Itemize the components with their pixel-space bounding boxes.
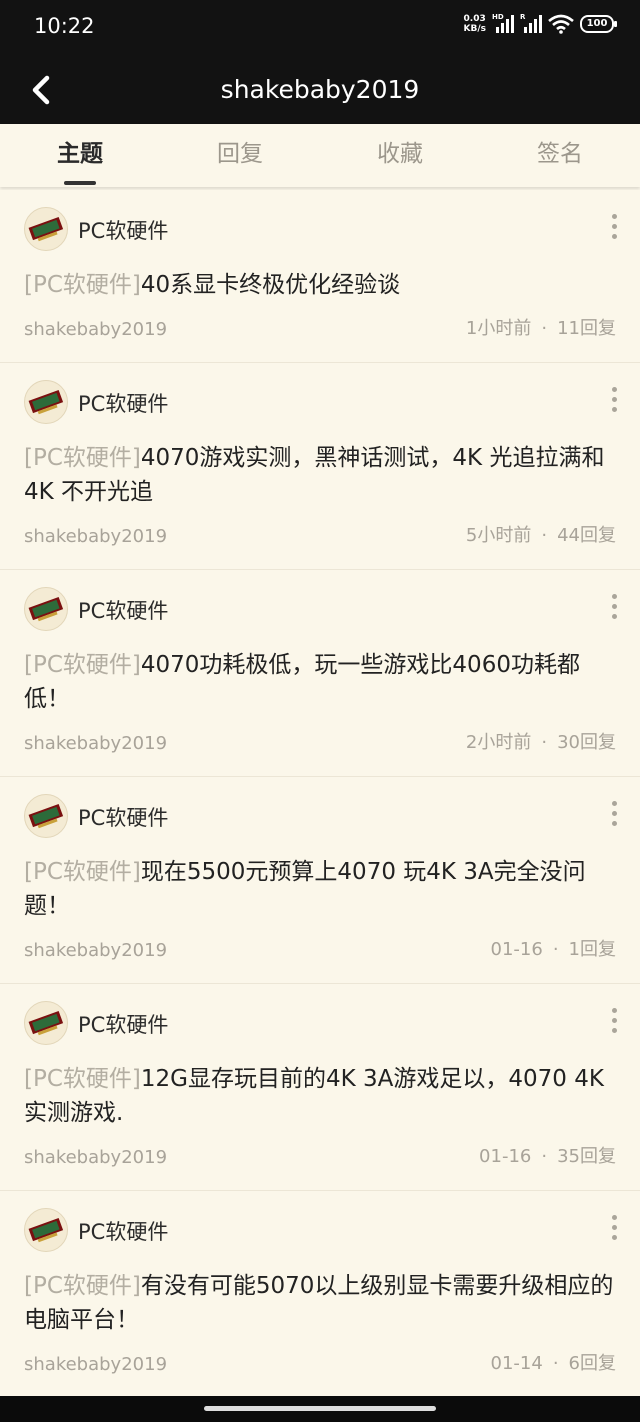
network-speed-unit: KB/s: [463, 24, 486, 34]
home-indicator[interactable]: [204, 1406, 436, 1411]
more-options-icon[interactable]: [608, 1008, 620, 1038]
post-tag: [PC软硬件]: [24, 272, 141, 298]
post-meta: 01-16 · 1回复: [491, 935, 617, 961]
post-meta: 2小时前 · 30回复: [466, 728, 616, 754]
post-time: 2小时前: [465, 732, 532, 753]
signal-hd-label: HD: [492, 13, 504, 21]
forum-name[interactable]: PC软硬件: [78, 1009, 168, 1039]
top-app-bar: shakebaby2019: [0, 56, 640, 124]
list-item[interactable]: PC软硬件 [PC软硬件]40系显卡终极优化经验谈 shakebaby2019 …: [0, 190, 640, 363]
post-tag: [PC软硬件]: [24, 1066, 141, 1092]
list-item[interactable]: PC软硬件 [PC软硬件]现在5500元预算上4070 玩4K 3A完全没问题！…: [0, 777, 640, 984]
network-speed: 0.03 KB/s: [464, 14, 486, 34]
forum-avatar-icon: [24, 1001, 68, 1045]
reply-count: 11回复: [557, 318, 616, 339]
forum-avatar-icon: [24, 380, 68, 424]
wifi-icon: [548, 14, 574, 34]
post-tag: [PC软硬件]: [24, 652, 141, 678]
post-author: shakebaby2019: [24, 319, 168, 340]
signal-roaming-label: R: [520, 13, 526, 21]
meta-separator: ·: [541, 318, 548, 339]
meta-separator: ·: [552, 1353, 559, 1374]
meta-separator: ·: [541, 1146, 548, 1167]
list-item[interactable]: PC软硬件 [PC软硬件]有没有可能5070以上级别显卡需要升级相应的电脑平台！…: [0, 1191, 640, 1398]
post-title[interactable]: [PC软硬件]40系显卡终极优化经验谈: [24, 268, 616, 302]
reply-count: 30回复: [557, 732, 616, 753]
post-meta: 1小时前 · 11回复: [466, 314, 616, 340]
more-options-icon[interactable]: [608, 594, 620, 624]
reply-count: 35回复: [557, 1146, 616, 1167]
forum-name[interactable]: PC软硬件: [78, 1216, 168, 1246]
forum-avatar-icon: [24, 1208, 68, 1252]
forum-name[interactable]: PC软硬件: [78, 595, 168, 625]
post-tag: [PC软硬件]: [24, 445, 141, 471]
page-title: shakebaby2019: [220, 75, 420, 104]
post-time: 01-14: [490, 1353, 543, 1374]
more-options-icon[interactable]: [608, 1215, 620, 1245]
tab-topics[interactable]: 主题: [0, 124, 160, 187]
reply-count: 1回复: [568, 939, 616, 960]
post-author: shakebaby2019: [24, 733, 168, 754]
post-title[interactable]: [PC软硬件]现在5500元预算上4070 玩4K 3A完全没问题！: [24, 855, 616, 923]
meta-separator: ·: [541, 525, 548, 546]
reply-count: 44回复: [557, 525, 616, 546]
reply-count: 6回复: [568, 1353, 616, 1374]
post-time: 1小时前: [465, 318, 532, 339]
meta-separator: ·: [552, 939, 559, 960]
post-tag: [PC软硬件]: [24, 1273, 141, 1299]
more-options-icon[interactable]: [608, 214, 620, 244]
post-tag: [PC软硬件]: [24, 859, 141, 885]
signal-roaming-icon: R: [520, 13, 542, 33]
network-speed-value: 0.03: [463, 14, 486, 24]
tab-bar: 主题 回复 收藏 签名: [0, 124, 640, 187]
tab-replies[interactable]: 回复: [160, 124, 320, 187]
forum-avatar-icon: [24, 587, 68, 631]
tab-favorites[interactable]: 收藏: [320, 124, 480, 187]
post-list: PC软硬件 [PC软硬件]40系显卡终极优化经验谈 shakebaby2019 …: [0, 190, 640, 1398]
gesture-bar: [0, 1396, 640, 1422]
more-options-icon[interactable]: [608, 801, 620, 831]
post-title[interactable]: [PC软硬件]12G显存玩目前的4K 3A游戏足以，4070 4K实测游戏.: [24, 1062, 616, 1130]
battery-icon: 100: [580, 15, 617, 33]
forum-name[interactable]: PC软硬件: [78, 215, 168, 245]
post-meta: 01-16 · 35回复: [479, 1142, 616, 1168]
post-time: 01-16: [479, 1146, 532, 1167]
list-item[interactable]: PC软硬件 [PC软硬件]4070功耗极低，玩一些游戏比4060功耗都低！ sh…: [0, 570, 640, 777]
post-author: shakebaby2019: [24, 1354, 168, 1375]
post-author: shakebaby2019: [24, 940, 168, 961]
post-title[interactable]: [PC软硬件]有没有可能5070以上级别显卡需要升级相应的电脑平台！: [24, 1269, 616, 1337]
list-item[interactable]: PC软硬件 [PC软硬件]12G显存玩目前的4K 3A游戏足以，4070 4K实…: [0, 984, 640, 1191]
post-author: shakebaby2019: [24, 526, 168, 547]
post-title[interactable]: [PC软硬件]4070游戏实测，黑神话测试，4K 光追拉满和4K 不开光追: [24, 441, 616, 509]
tab-signature[interactable]: 签名: [480, 124, 640, 187]
status-time: 10:22: [34, 14, 95, 38]
post-title[interactable]: [PC软硬件]4070功耗极低，玩一些游戏比4060功耗都低！: [24, 648, 616, 716]
forum-avatar-icon: [24, 794, 68, 838]
post-time: 01-16: [490, 939, 543, 960]
forum-name[interactable]: PC软硬件: [78, 388, 168, 418]
list-item[interactable]: PC软硬件 [PC软硬件]4070游戏实测，黑神话测试，4K 光追拉满和4K 不…: [0, 363, 640, 570]
post-title-text: 40系显卡终极优化经验谈: [140, 272, 401, 298]
status-icons: 0.03 KB/s HD R 100: [464, 13, 617, 34]
status-bar: 10:22 0.03 KB/s HD R 100: [0, 0, 640, 56]
post-time: 5小时前: [465, 525, 532, 546]
post-author: shakebaby2019: [24, 1147, 168, 1168]
more-options-icon[interactable]: [608, 387, 620, 417]
post-meta: 01-14 · 6回复: [491, 1349, 617, 1375]
meta-separator: ·: [541, 732, 548, 753]
forum-name[interactable]: PC软硬件: [78, 802, 168, 832]
post-meta: 5小时前 · 44回复: [466, 521, 616, 547]
forum-avatar-icon: [24, 207, 68, 251]
signal-hd-icon: HD: [492, 13, 514, 33]
